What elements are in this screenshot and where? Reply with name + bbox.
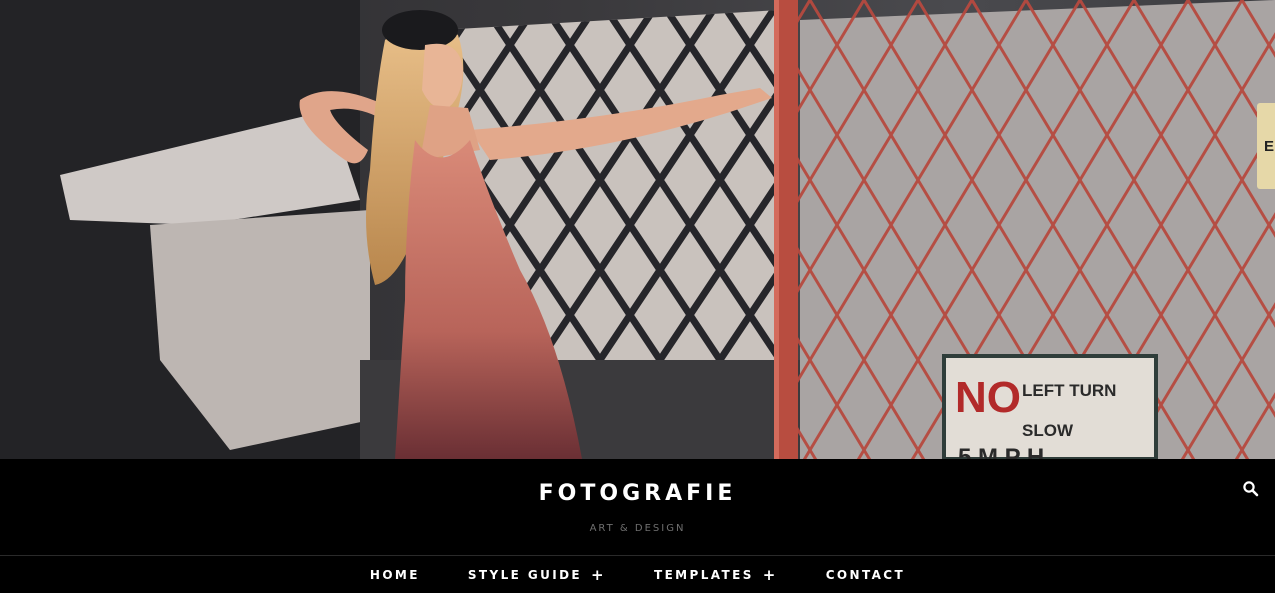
plus-icon[interactable]: + xyxy=(591,566,606,584)
nav-item-templates[interactable]: TEMPLATES + xyxy=(654,566,778,584)
nav-item-style-guide[interactable]: STYLE GUIDE + xyxy=(468,566,606,584)
sign-slow-text: SLOW xyxy=(1022,421,1074,440)
side-edge-tab[interactable]: E xyxy=(1257,103,1275,189)
hero-photo: NO LEFT TURN SLOW 5 M P H xyxy=(0,0,1275,459)
search-button[interactable] xyxy=(1242,480,1260,498)
nav-item-contact[interactable]: CONTACT xyxy=(826,568,905,582)
sign-left-turn-text: LEFT TURN xyxy=(1022,381,1116,400)
nav-item-label: STYLE GUIDE xyxy=(467,567,583,582)
plus-icon[interactable]: + xyxy=(763,566,778,584)
hero-image: NO LEFT TURN SLOW 5 M P H E xyxy=(0,0,1275,459)
nav-item-label: HOME xyxy=(369,567,420,582)
main-navigation: HOME STYLE GUIDE + TEMPLATES + CONTACT xyxy=(0,556,1275,593)
nav-item-label: CONTACT xyxy=(825,567,906,582)
site-title[interactable]: FOTOGRAFIE xyxy=(0,481,1275,506)
sign-no-text: NO xyxy=(955,373,1021,422)
search-icon xyxy=(1243,481,1259,497)
sign-mph-text: 5 M P H xyxy=(958,444,1044,459)
nav-item-label: TEMPLATES xyxy=(654,567,754,582)
site-header: FOTOGRAFIE ART & DESIGN xyxy=(0,459,1275,555)
nav-item-home[interactable]: HOME xyxy=(370,568,420,582)
site-tagline: ART & DESIGN xyxy=(589,523,686,534)
